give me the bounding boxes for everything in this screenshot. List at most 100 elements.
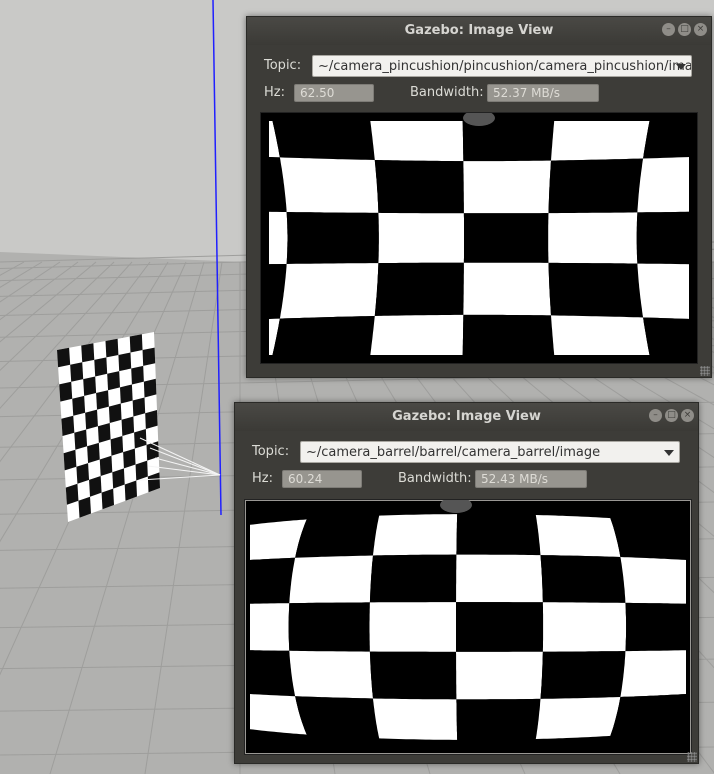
- checker-square: [74, 429, 88, 450]
- checker-square: [63, 449, 77, 471]
- chevron-down-icon: [676, 64, 686, 70]
- image-checker-square: [373, 514, 458, 556]
- window-title: Gazebo: Image View: [404, 23, 554, 38]
- checkerboard-model: [57, 332, 160, 522]
- image-checker-square: [373, 698, 458, 740]
- hz-label: Hz:: [252, 471, 273, 486]
- image-checker-square: [369, 651, 457, 700]
- hz-label: Hz:: [264, 85, 285, 100]
- image-checker-square: [463, 262, 551, 316]
- camera-image-view[interactable]: [244, 499, 692, 755]
- checker-square: [70, 362, 84, 382]
- image-checker-square: [289, 555, 373, 604]
- checker-square: [57, 347, 71, 368]
- bandwidth-field: 52.37 MB/s: [487, 84, 599, 102]
- image-checker-square: [248, 557, 296, 604]
- image-checker-square: [463, 213, 549, 263]
- image-checker-square: [374, 160, 464, 214]
- image-checker-square: [248, 603, 290, 651]
- close-icon[interactable]: ×: [694, 23, 707, 36]
- image-checker-square: [535, 515, 621, 557]
- bandwidth-label: Bandwidth:: [410, 85, 484, 100]
- topic-select[interactable]: ~/camera_pincushion/pincushion/camera_pi…: [312, 55, 692, 77]
- image-checker-square: [248, 650, 296, 697]
- image-checker-square: [625, 602, 688, 652]
- checker-square: [108, 403, 122, 423]
- window-title: Gazebo: Image View: [392, 409, 541, 424]
- checker-square: [97, 423, 111, 443]
- checker-square: [119, 384, 133, 404]
- image-checker-square: [369, 602, 456, 652]
- minimize-icon[interactable]: –: [662, 23, 675, 36]
- image-checker-square: [636, 211, 694, 265]
- checker-square: [118, 352, 132, 372]
- bandwidth-label: Bandwidth:: [398, 471, 472, 486]
- chevron-down-icon: [664, 450, 674, 456]
- image-checker-square: [540, 651, 626, 699]
- checker-square: [121, 416, 135, 436]
- image-checker-square: [295, 696, 380, 739]
- topic-select[interactable]: ~/camera_barrel/barrel/camera_barrel/ima…: [300, 441, 680, 463]
- checker-square: [143, 378, 157, 398]
- hz-field: 62.50: [294, 84, 374, 102]
- barrel-checkerboard-image: [246, 500, 690, 753]
- maximize-icon[interactable]: □: [678, 23, 691, 36]
- image-checker-square: [456, 651, 543, 700]
- minimize-icon[interactable]: –: [649, 409, 662, 422]
- hz-field: 60.24: [282, 470, 362, 488]
- image-view-window-pincushion[interactable]: Gazebo: Image View – □ × Topic: ~/camera…: [246, 16, 712, 378]
- checker-square: [105, 338, 119, 358]
- bandwidth-field: 52.43 MB/s: [475, 470, 587, 488]
- checker-square: [129, 334, 143, 353]
- checker-square: [94, 357, 108, 377]
- checker-square: [107, 371, 120, 391]
- image-checker-square: [374, 262, 464, 316]
- checker-square: [96, 390, 109, 410]
- image-checker-square: [637, 156, 694, 213]
- image-checker-square: [540, 555, 626, 603]
- image-checker-square: [548, 212, 638, 264]
- close-icon[interactable]: ×: [681, 409, 694, 422]
- image-checker-square: [289, 650, 373, 699]
- checker-square: [83, 376, 97, 396]
- checker-square: [131, 365, 144, 385]
- image-checker-square: [279, 263, 379, 319]
- checker-square: [59, 381, 73, 402]
- image-view-window-barrel[interactable]: Gazebo: Image View – □ × Topic: ~/camera…: [234, 402, 699, 764]
- checker-square: [72, 395, 86, 416]
- camera-image-view[interactable]: [260, 112, 698, 364]
- image-checker-square: [295, 515, 380, 558]
- checker-square: [132, 397, 146, 417]
- image-checker-square: [378, 212, 464, 264]
- image-checker-square: [286, 212, 379, 264]
- image-checker-square: [456, 602, 544, 652]
- image-checker-square: [456, 554, 543, 603]
- image-checker-square: [535, 697, 621, 739]
- image-checker-square: [463, 160, 551, 214]
- image-checker-square: [620, 557, 688, 604]
- image-checker-square: [288, 602, 370, 652]
- topic-label: Topic:: [264, 58, 302, 73]
- topic-label: Topic:: [252, 444, 290, 459]
- pincushion-checkerboard-image: [261, 113, 697, 363]
- checker-square: [81, 343, 95, 363]
- window-titlebar[interactable]: Gazebo: Image View – □ ×: [247, 17, 711, 45]
- checker-square: [85, 409, 98, 430]
- image-checker-square: [548, 158, 644, 214]
- topic-value: ~/camera_pincushion/pincushion/camera_pi…: [318, 59, 692, 74]
- resize-grip-icon[interactable]: [687, 752, 697, 762]
- image-checker-square: [548, 262, 644, 318]
- topic-value: ~/camera_barrel/barrel/camera_barrel/ima…: [306, 445, 601, 460]
- resize-grip-icon[interactable]: [700, 366, 710, 376]
- window-titlebar[interactable]: Gazebo: Image View – □ ×: [235, 403, 698, 431]
- checker-square: [61, 415, 75, 436]
- image-checker-square: [369, 554, 457, 603]
- image-checker-square: [637, 263, 694, 320]
- checker-square: [142, 347, 156, 366]
- image-checker-square: [620, 650, 688, 697]
- maximize-icon[interactable]: □: [665, 409, 678, 422]
- image-checker-square: [456, 698, 541, 740]
- image-checker-square: [279, 157, 379, 213]
- image-checker-square: [456, 514, 541, 556]
- image-checker-square: [542, 602, 627, 652]
